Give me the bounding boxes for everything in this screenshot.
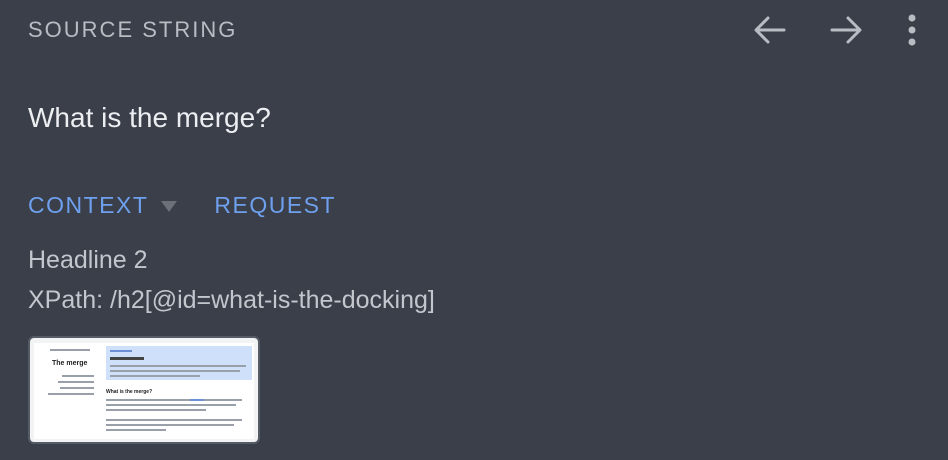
thumbnail-banner — [106, 346, 252, 380]
thumbnail-page: The merge What is the merge? — [34, 343, 254, 439]
context-element-type: Headline 2 — [28, 246, 148, 274]
header-actions — [748, 10, 924, 50]
more-options-button[interactable] — [900, 10, 924, 50]
previous-button[interactable] — [748, 10, 792, 50]
thumbnail-doc-title: The merge — [52, 360, 88, 367]
tab-context[interactable]: CONTEXT — [28, 192, 178, 219]
thumbnail-sidebar: The merge — [34, 343, 100, 439]
source-string-text: What is the merge? — [28, 102, 271, 133]
thumbnail-section-heading: What is the merge? — [106, 389, 153, 395]
arrow-right-icon — [830, 16, 862, 44]
tab-context-label: CONTEXT — [28, 192, 149, 218]
section-title: SOURCE STRING — [28, 17, 238, 42]
caret-down-icon — [160, 192, 178, 219]
thumbnail-main: What is the merge? — [104, 343, 254, 439]
context-xpath: XPath: /h2[@id=what-is-the-docking] — [28, 286, 435, 314]
tab-request[interactable]: REQUEST — [214, 192, 336, 219]
detail-tabs: CONTEXT REQUEST — [28, 192, 336, 219]
arrow-left-icon — [754, 16, 786, 44]
context-screenshot-thumbnail[interactable]: The merge What is the merge? — [28, 336, 260, 444]
next-button[interactable] — [824, 10, 868, 50]
more-vert-icon — [908, 14, 916, 46]
tab-request-label: REQUEST — [214, 192, 337, 218]
